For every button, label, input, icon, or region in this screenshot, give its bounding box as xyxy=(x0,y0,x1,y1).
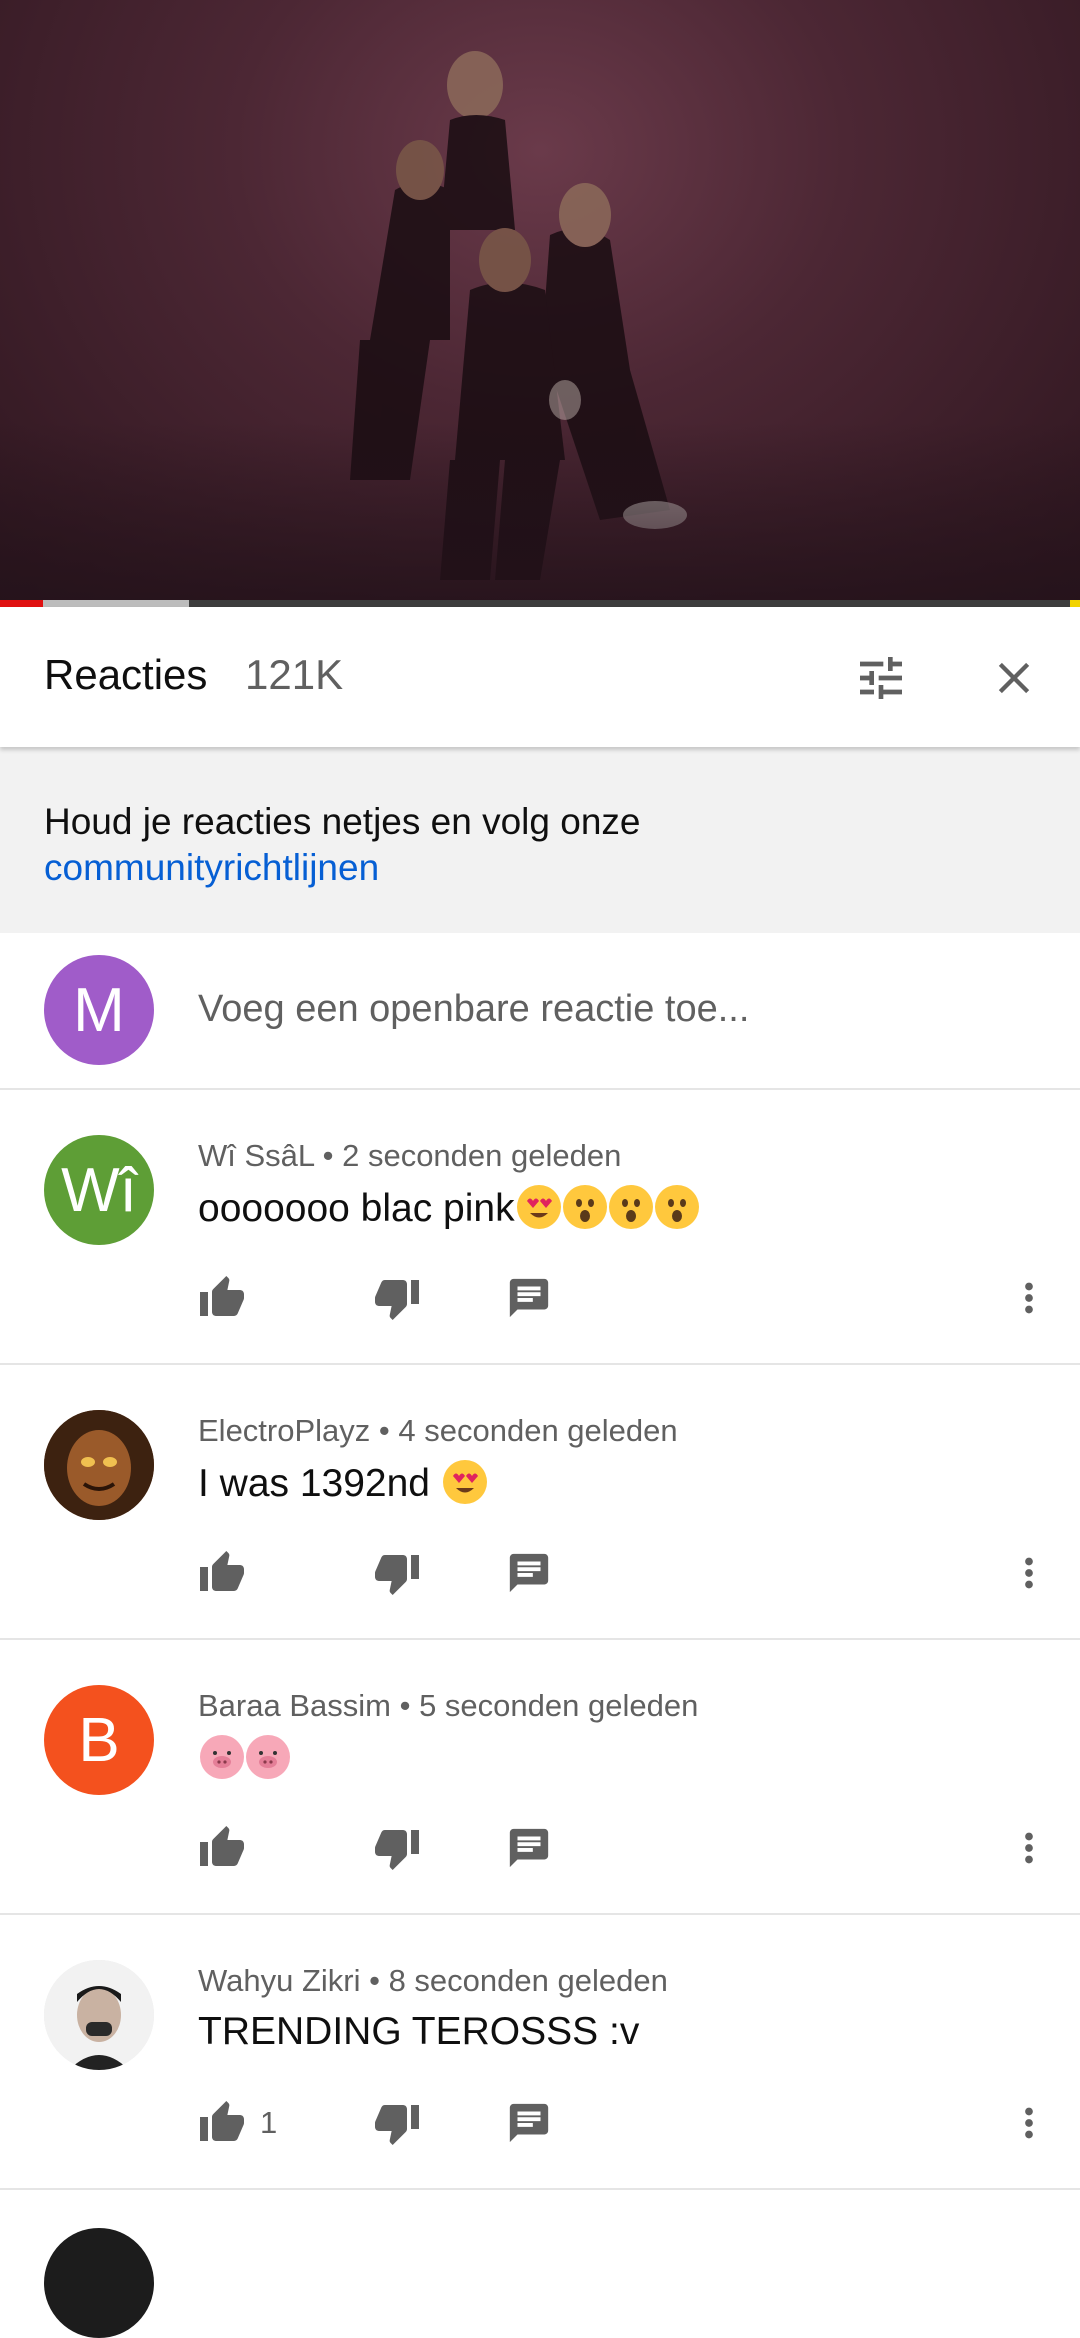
avatar-letter: B xyxy=(78,1705,120,1775)
meta-separator: • xyxy=(314,1138,343,1173)
avatar[interactable] xyxy=(44,1960,154,2070)
community-guidelines-link[interactable]: communityrichtlijnen xyxy=(44,847,379,888)
heart-eyes-emoji-icon xyxy=(516,1185,561,1229)
user-avatar: M xyxy=(44,955,154,1065)
like-count: 1 xyxy=(260,2105,278,2140)
avatar[interactable]: B xyxy=(44,1685,154,1795)
comment-text-content: I was 1392nd xyxy=(198,1462,441,1505)
comment-meta: Baraa Bassim • 5 seconden geleden xyxy=(198,1688,698,1724)
comment-time: 5 seconden geleden xyxy=(419,1688,699,1723)
thumb-up-icon xyxy=(200,2101,244,2141)
reply-comment-icon xyxy=(509,2103,549,2143)
more-vert-icon xyxy=(1025,1282,1033,1314)
astonished-emoji-icon xyxy=(608,1185,653,1229)
more-vert-icon xyxy=(1025,2107,1033,2139)
comment-author[interactable]: Wî SsâL xyxy=(198,1138,314,1173)
more-vert-icon xyxy=(1025,1557,1033,1589)
meta-separator: • xyxy=(370,1413,399,1448)
comments-count: 121K xyxy=(245,651,344,698)
comment-text-content: ooooooo blac pink xyxy=(198,1187,515,1230)
progress-played xyxy=(0,600,44,607)
reply-button[interactable] xyxy=(506,2093,552,2153)
meta-separator: • xyxy=(360,1963,389,1998)
add-comment-row[interactable]: M Voeg een openbare reactie toe... xyxy=(0,933,1080,1090)
comment-item: B Baraa Bassim • 5 seconden geleden xyxy=(0,1640,1080,1915)
comments-title: Reacties xyxy=(44,651,208,698)
reply-comment-icon xyxy=(509,1828,549,1868)
like-button[interactable]: 1 xyxy=(198,2093,277,2153)
sort-filter-button[interactable] xyxy=(846,643,916,713)
like-button[interactable] xyxy=(198,1268,246,1328)
comment-actions xyxy=(198,1818,1058,1878)
avatar[interactable]: Wî xyxy=(44,1135,154,1245)
like-button[interactable] xyxy=(198,1818,246,1878)
comment-meta: Wahyu Zikri • 8 seconden geleden xyxy=(198,1963,668,1999)
comment-actions xyxy=(198,1268,1058,1328)
comment-author[interactable]: Wahyu Zikri xyxy=(198,1963,360,1998)
notice-text: Houd je reacties netjes en volg onze xyxy=(44,801,641,842)
comment-time: 2 seconden geleden xyxy=(342,1138,622,1173)
tune-icon xyxy=(860,657,902,699)
add-comment-input[interactable]: Voeg een openbare reactie toe... xyxy=(198,988,749,1031)
comment-more-button[interactable] xyxy=(1006,1268,1052,1328)
comment-text-content: TRENDING TEROSSS :v xyxy=(198,2010,640,2053)
comment-text: TRENDING TEROSSS :v xyxy=(198,2010,639,2054)
comment-item: ElectroPlayz • 4 seconden geleden I was 1… xyxy=(0,1365,1080,1640)
comment-time: 8 seconden geleden xyxy=(388,1963,668,1998)
dislike-button[interactable] xyxy=(373,1818,421,1878)
community-guidelines-notice: Houd je reacties netjes en volg onze com… xyxy=(0,747,1080,933)
comment-actions: 1 xyxy=(198,2093,1058,2153)
comment-more-button[interactable] xyxy=(1006,1543,1052,1603)
avatar-letter: Wî xyxy=(61,1155,137,1225)
comment-text xyxy=(198,1735,290,1781)
video-player[interactable] xyxy=(0,0,1080,602)
reply-button[interactable] xyxy=(506,1818,552,1878)
comment-author[interactable]: ElectroPlayz xyxy=(198,1413,370,1448)
close-icon xyxy=(998,662,1030,694)
thumb-down-icon xyxy=(375,1280,419,1320)
pig-emoji-icon xyxy=(200,1735,244,1779)
comment-actions xyxy=(198,1543,1058,1603)
more-vert-icon xyxy=(1025,1832,1033,1864)
thumb-down-icon xyxy=(375,2105,419,2145)
comment-text: I was 1392nd xyxy=(198,1460,487,1506)
comment-text: ooooooo blac pink xyxy=(198,1185,699,1231)
astonished-emoji-icon xyxy=(654,1185,699,1229)
comment-meta: Wî SsâL • 2 seconden geleden xyxy=(198,1138,621,1174)
dislike-button[interactable] xyxy=(373,1268,421,1328)
comments-header: Reacties 121K xyxy=(0,607,1080,747)
comment-time: 4 seconden geleden xyxy=(398,1413,678,1448)
reply-button[interactable] xyxy=(506,1268,552,1328)
astonished-emoji-icon xyxy=(562,1185,607,1229)
avatar[interactable] xyxy=(44,1410,154,1520)
dislike-button[interactable] xyxy=(373,2093,421,2153)
close-comments-button[interactable] xyxy=(979,643,1049,713)
comment-author[interactable]: Baraa Bassim xyxy=(198,1688,391,1723)
thumb-up-icon xyxy=(200,1551,244,1591)
progress-ad-marker xyxy=(1070,600,1080,607)
thumb-down-icon xyxy=(375,1830,419,1870)
reply-comment-icon xyxy=(509,1278,549,1318)
thumb-up-icon xyxy=(200,1276,244,1316)
pig-emoji-icon xyxy=(246,1735,290,1779)
thumb-down-icon xyxy=(375,1555,419,1595)
heart-eyes-emoji-icon xyxy=(442,1460,487,1504)
comment-meta: ElectroPlayz • 4 seconden geleden xyxy=(198,1413,678,1449)
reply-button[interactable] xyxy=(506,1543,552,1603)
comment-more-button[interactable] xyxy=(1006,2093,1052,2153)
reply-comment-icon xyxy=(509,1553,549,1593)
thumb-up-icon xyxy=(200,1826,244,1866)
comment-more-button[interactable] xyxy=(1006,1818,1052,1878)
meta-separator: • xyxy=(390,1688,420,1723)
user-avatar-letter: M xyxy=(73,975,125,1045)
dislike-button[interactable] xyxy=(373,1543,421,1603)
video-progress-bar[interactable] xyxy=(0,600,1080,607)
comment-item: Wahyu Zikri • 8 seconden geleden TRENDING… xyxy=(0,1915,1080,2190)
like-button[interactable] xyxy=(198,1543,246,1603)
avatar xyxy=(44,2228,154,2338)
comment-item: Wî Wî SsâL • 2 seconden geleden ooooooo bl… xyxy=(0,1090,1080,1365)
